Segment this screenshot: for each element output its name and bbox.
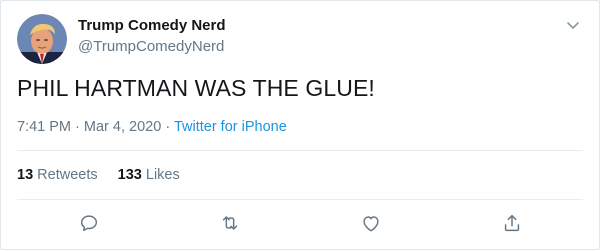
- tweet-meta: 7:41 PM · Mar 4, 2020 · Twitter for iPho…: [17, 119, 287, 135]
- tweet-time[interactable]: 7:41 PM: [17, 119, 71, 135]
- retweets-count: 13: [17, 167, 34, 183]
- likes-label: Likes: [145, 167, 180, 183]
- meta-separator: ·: [165, 119, 171, 135]
- share-icon[interactable]: [501, 212, 523, 234]
- author-name[interactable]: Trump Comedy Nerd: [78, 17, 226, 34]
- chevron-down-icon[interactable]: [565, 17, 581, 33]
- avatar[interactable]: [17, 14, 67, 64]
- retweets-label: Retweets: [37, 167, 98, 183]
- action-bar: [1, 212, 600, 236]
- tweet-stats: 13 Retweets 133 Likes: [17, 167, 180, 183]
- tweet-card: Trump Comedy Nerd @TrumpComedyNerd PHIL …: [0, 0, 600, 250]
- reply-icon[interactable]: [78, 212, 100, 234]
- profile-avatar-image: [17, 14, 67, 64]
- tweet-source-link[interactable]: Twitter for iPhone: [174, 119, 287, 135]
- meta-separator: ·: [75, 119, 80, 135]
- likes-stat[interactable]: 133 Likes: [118, 167, 180, 183]
- author-handle[interactable]: @TrumpComedyNerd: [78, 38, 224, 55]
- heart-icon[interactable]: [360, 212, 382, 234]
- divider: [17, 150, 583, 151]
- divider: [17, 199, 583, 200]
- tweet-date[interactable]: Mar 4, 2020: [84, 119, 161, 135]
- retweet-icon[interactable]: [219, 212, 241, 234]
- likes-count: 133: [117, 167, 142, 183]
- retweets-stat[interactable]: 13 Retweets: [17, 167, 98, 183]
- tweet-text: PHIL HARTMAN WAS THE GLUE!: [17, 75, 375, 101]
